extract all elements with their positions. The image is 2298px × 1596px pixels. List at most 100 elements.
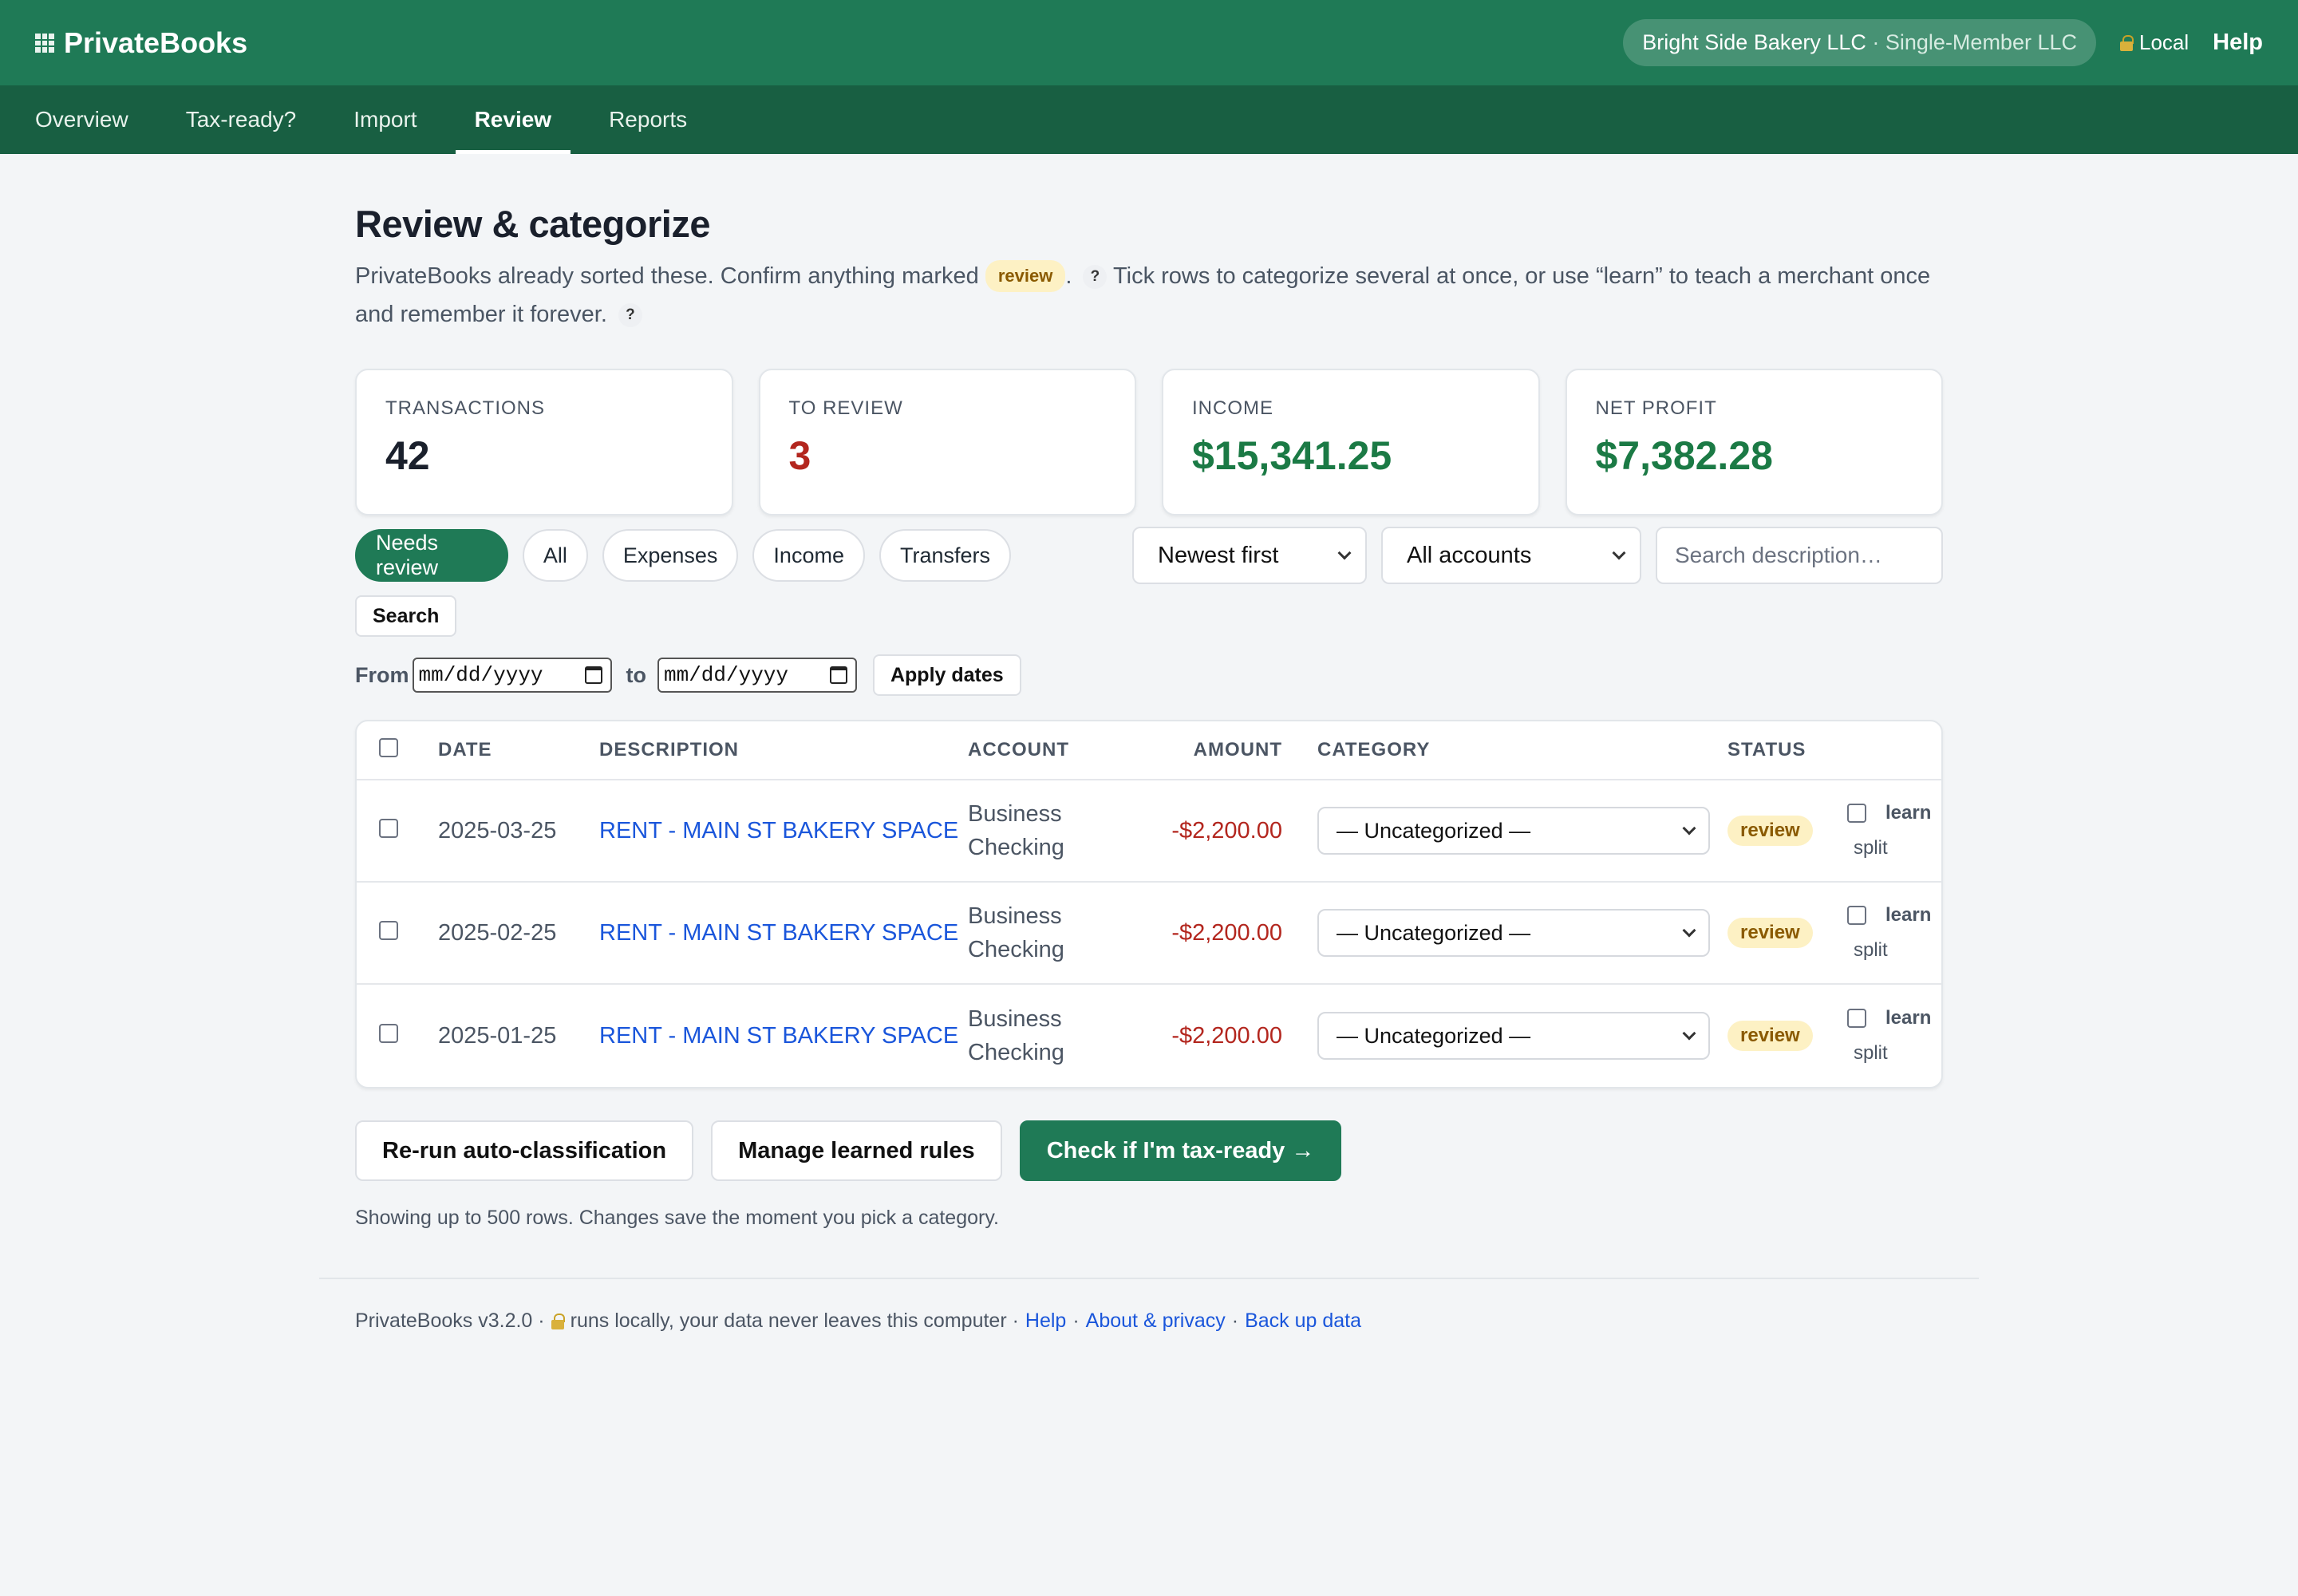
to-date-input[interactable]: mm/dd/yyyy <box>657 658 857 693</box>
footer-version: PrivateBooks v3.2.0 · <box>355 1310 545 1332</box>
top-bar: PrivateBooks Bright Side Bakery LLC · Si… <box>0 0 2298 85</box>
account-select[interactable]: All accounts <box>1381 527 1641 584</box>
stat-label: TRANSACTIONS <box>385 397 546 419</box>
filter-all[interactable]: All <box>522 529 588 582</box>
help-icon[interactable]: ? <box>1083 265 1108 289</box>
row-date: 2025-03-25 <box>438 817 557 843</box>
intro-text-2: . <box>1065 263 1079 289</box>
calendar-icon[interactable] <box>584 666 602 684</box>
sort-value: Newest first <box>1158 542 1279 568</box>
check-tax-ready-button[interactable]: Check if I'm tax-ready → <box>1019 1120 1342 1181</box>
learn-label: learn <box>1885 1007 1932 1029</box>
footer-help-link[interactable]: Help <box>1025 1310 1066 1333</box>
stat-transactions: TRANSACTIONS 42 <box>355 369 733 516</box>
learn-label: learn <box>1885 802 1932 824</box>
split-link[interactable]: split <box>1854 1042 1941 1065</box>
row-checkbox[interactable] <box>379 818 398 838</box>
status-badge: review <box>1727 1021 1813 1051</box>
filter-selects: Newest first All accounts Search descrip… <box>1132 527 1943 584</box>
account-line-1: Business <box>968 903 1062 929</box>
help-link[interactable]: Help <box>2213 30 2263 56</box>
row-category-cell: — Uncategorized — <box>1285 807 1727 855</box>
filter-transfers[interactable]: Transfers <box>879 529 1011 582</box>
rerun-classification-button[interactable]: Re-run auto-classification <box>355 1120 694 1181</box>
split-link[interactable]: split <box>1854 939 1941 962</box>
row-amount: -$2,200.00 <box>1171 1022 1282 1049</box>
company-name: Bright Side Bakery LLC <box>1642 30 1866 54</box>
account-line-2: Checking <box>968 1040 1064 1065</box>
footer: PrivateBooks v3.2.0 · runs locally, your… <box>355 1310 1943 1333</box>
stat-net-profit: NET PROFIT $7,382.28 <box>1565 369 1943 516</box>
tab-overview[interactable]: Overview <box>16 85 148 154</box>
row-checkbox[interactable] <box>379 920 398 940</box>
chevron-down-icon <box>1337 546 1352 560</box>
row-description-link[interactable]: RENT - MAIN ST BAKERY SPACE <box>599 818 958 843</box>
stat-value: 42 <box>385 433 430 478</box>
account-value: All accounts <box>1407 542 1532 568</box>
filter-income[interactable]: Income <box>752 529 865 582</box>
learn-checkbox[interactable] <box>1847 804 1866 823</box>
footer-backup-link[interactable]: Back up data <box>1245 1310 1361 1333</box>
local-indicator: Local <box>2120 30 2189 55</box>
page-title: Review & categorize <box>355 203 711 245</box>
manage-rules-button[interactable]: Manage learned rules <box>711 1120 1002 1181</box>
learn-checkbox[interactable] <box>1847 906 1866 925</box>
apply-dates-button[interactable]: Apply dates <box>872 654 1021 696</box>
row-account: Business Checking <box>968 797 1127 864</box>
from-date-input[interactable]: mm/dd/yyyy <box>412 658 612 693</box>
to-label: to <box>626 662 646 687</box>
select-all-checkbox[interactable] <box>379 737 398 757</box>
col-category[interactable]: CATEGORY <box>1285 739 1727 761</box>
tab-reports[interactable]: Reports <box>590 85 706 154</box>
col-description[interactable]: DESCRIPTION <box>599 739 968 761</box>
row-description-link[interactable]: RENT - MAIN ST BAKERY SPACE <box>599 1023 958 1049</box>
footer-privacy-note: runs locally, your data never leaves thi… <box>570 1310 1019 1332</box>
sort-select[interactable]: Newest first <box>1132 527 1367 584</box>
filter-expenses[interactable]: Expenses <box>602 529 739 582</box>
col-account[interactable]: ACCOUNT <box>968 733 1127 767</box>
col-date[interactable]: DATE <box>438 739 599 761</box>
filter-needs-review[interactable]: Needs review <box>355 529 508 582</box>
page-intro: PrivateBooks already sorted these. Confi… <box>355 257 1943 334</box>
row-account: Business Checking <box>968 1002 1127 1069</box>
footer-about-link[interactable]: About & privacy <box>1086 1310 1226 1333</box>
app-name: PrivateBooks <box>64 26 248 59</box>
row-description-cell: RENT - MAIN ST BAKERY SPACE <box>599 920 968 946</box>
category-select[interactable]: — Uncategorized — <box>1317 807 1710 855</box>
stat-to-review: TO REVIEW 3 <box>758 369 1136 516</box>
learn-toggle[interactable]: learn <box>1847 904 1941 926</box>
local-label: Local <box>2139 30 2189 54</box>
learn-toggle[interactable]: learn <box>1847 1007 1941 1029</box>
help-icon[interactable]: ? <box>618 303 642 327</box>
calendar-icon[interactable] <box>829 666 847 684</box>
lock-icon <box>2120 34 2134 51</box>
category-value: — Uncategorized — <box>1337 920 1531 945</box>
col-status[interactable]: STATUS <box>1727 739 1847 761</box>
col-amount[interactable]: AMOUNT <box>1127 739 1285 761</box>
status-badge: review <box>1727 918 1813 948</box>
row-description-link[interactable]: RENT - MAIN ST BAKERY SPACE <box>599 920 958 946</box>
learn-label: learn <box>1885 904 1932 926</box>
category-select[interactable]: — Uncategorized — <box>1317 1012 1710 1060</box>
company-switcher[interactable]: Bright Side Bakery LLC · Single-Member L… <box>1623 19 2096 66</box>
category-value: — Uncategorized — <box>1337 818 1531 843</box>
row-date: 2025-02-25 <box>438 919 557 946</box>
date-placeholder: mm/dd/yyyy <box>418 663 543 687</box>
tab-tax-ready[interactable]: Tax-ready? <box>167 85 316 154</box>
from-label: From <box>355 662 409 687</box>
split-link[interactable]: split <box>1854 837 1941 859</box>
filter-bar: Needs review All Expenses Income Transfe… <box>355 527 1943 584</box>
row-select-cell <box>357 1023 438 1049</box>
search-input[interactable]: Search description… <box>1656 527 1943 584</box>
category-select[interactable]: — Uncategorized — <box>1317 909 1710 957</box>
row-checkbox[interactable] <box>379 1023 398 1043</box>
row-actions: learn split <box>1847 1007 1941 1065</box>
brand[interactable]: PrivateBooks <box>35 26 247 60</box>
learn-toggle[interactable]: learn <box>1847 802 1941 824</box>
learn-checkbox[interactable] <box>1847 1009 1866 1028</box>
action-buttons: Re-run auto-classification Manage learne… <box>355 1120 1943 1181</box>
tab-review[interactable]: Review <box>455 85 571 154</box>
lock-icon <box>551 1313 565 1329</box>
tab-import[interactable]: Import <box>334 85 436 154</box>
search-button[interactable]: Search <box>355 595 457 637</box>
